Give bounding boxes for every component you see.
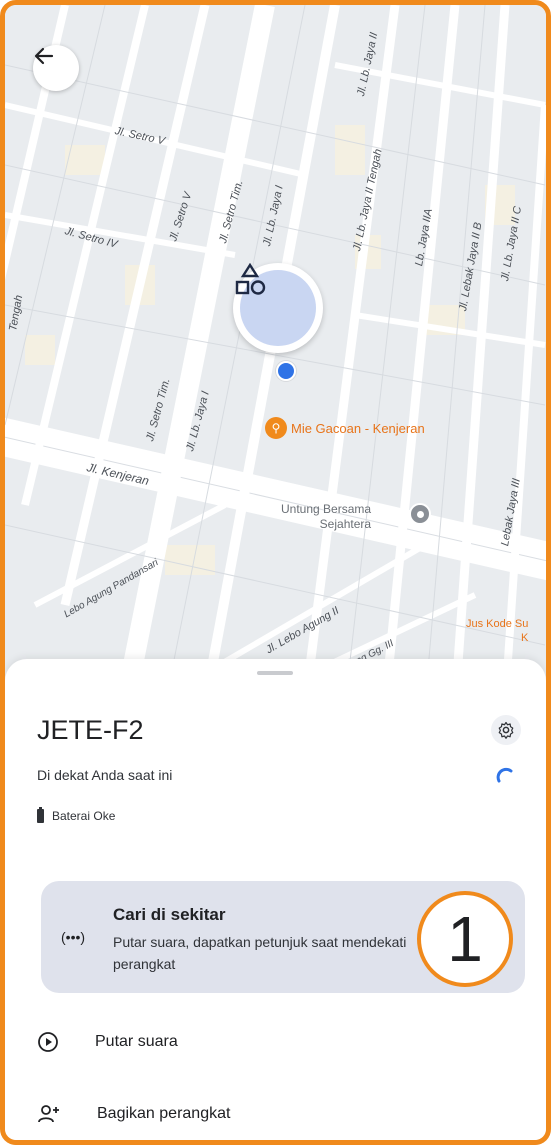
play-sound-label: Putar suara: [95, 1033, 178, 1050]
bottom-sheet[interactable]: JETE-F2 Di dekat Anda saat ini Baterai O…: [5, 659, 546, 1140]
shapes-icon: [235, 263, 266, 295]
app-frame: Jl. Setro V Jl. Setro V Jl. Setro IV Jl.…: [0, 0, 551, 1145]
device-marker[interactable]: [233, 263, 323, 353]
poi-bank-line1: Untung Bersama: [281, 502, 372, 516]
share-device-label: Bagikan perangkat: [97, 1105, 231, 1122]
loading-spinner-icon: [496, 767, 513, 783]
play-sound-button[interactable]: Putar suara: [37, 1031, 178, 1053]
settings-button[interactable]: [491, 715, 521, 745]
bank-pin-icon[interactable]: [409, 503, 431, 525]
poi-jus-line1: Jus Kode Su: [466, 618, 529, 630]
battery-icon: [37, 807, 44, 823]
share-device-button[interactable]: Bagikan perangkat: [37, 1103, 230, 1125]
arrow-left-icon: [34, 47, 54, 65]
device-name: JETE-F2: [37, 715, 144, 745]
poi-bank[interactable]: Untung Bersama Sejahtera: [281, 502, 371, 532]
device-status: Di dekat Anda saat ini: [37, 767, 173, 783]
gear-icon: [498, 721, 514, 739]
my-location-dot: [276, 361, 296, 381]
map-view[interactable]: Jl. Setro V Jl. Setro V Jl. Setro IV Jl.…: [5, 5, 546, 705]
poi-juice-shop[interactable]: Jus Kode Su K: [466, 617, 528, 645]
battery-label: Baterai Oke: [52, 809, 116, 823]
add-person-icon: [38, 1105, 59, 1123]
battery-status: Baterai Oke: [37, 807, 116, 823]
drag-handle[interactable]: [257, 671, 293, 675]
annotation-badge: 1: [417, 891, 513, 987]
nearby-signal-icon: (•••): [61, 929, 86, 945]
find-nearby-title: Cari di sekitar: [113, 905, 226, 924]
find-nearby-description: Putar suara, dapatkan petunjuk saat mend…: [113, 934, 407, 972]
poi-jus-line2: K: [521, 632, 529, 644]
poi-food-label: Mie Gacoan - Kenjeran: [291, 420, 425, 436]
play-circle-icon: [38, 1032, 58, 1052]
poi-restaurant[interactable]: ⚲ Mie Gacoan - Kenjeran: [265, 417, 425, 439]
back-button[interactable]: [33, 45, 79, 91]
poi-bank-line2: Sejahtera: [319, 517, 372, 531]
fork-knife-icon: ⚲: [265, 417, 287, 439]
